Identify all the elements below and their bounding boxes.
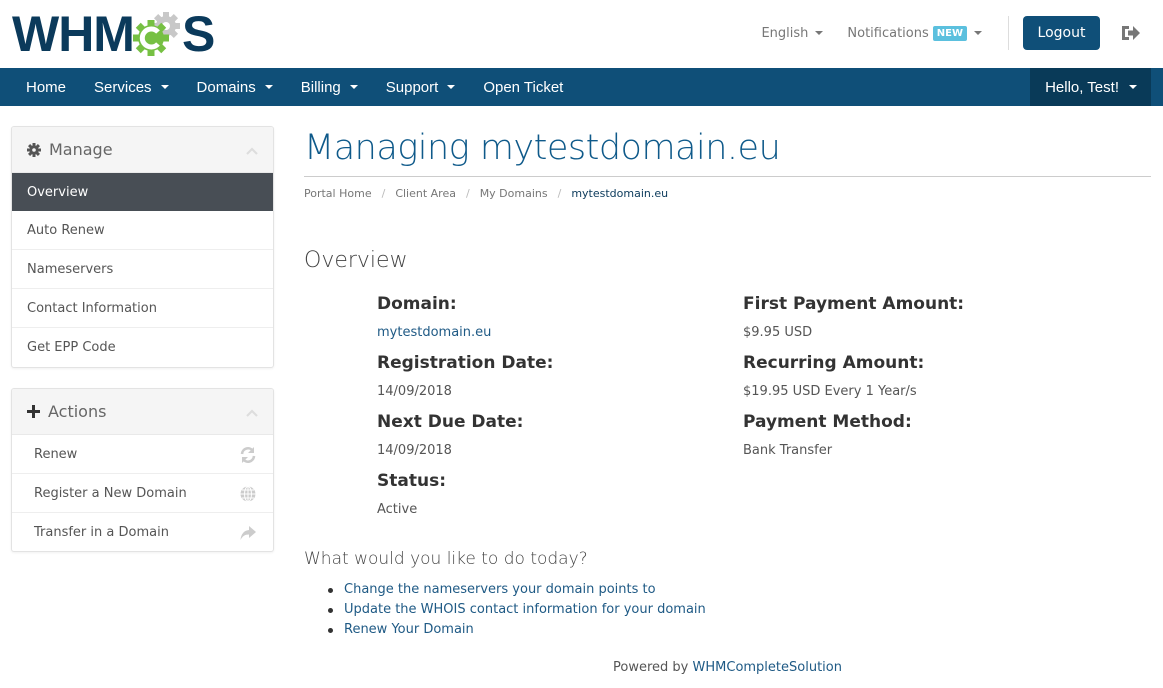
sidebar-item-register-new-domain[interactable]: Register a New Domain — [12, 474, 273, 513]
nav-domains-label: Domains — [196, 78, 256, 96]
breadcrumb: Portal Home / Client Area / My Domains /… — [304, 187, 668, 200]
plus-icon — [27, 405, 40, 418]
nav-domains[interactable]: Domains — [183, 68, 287, 106]
actions-panel: Actions Renew Register a New Domain Tran… — [11, 388, 274, 552]
caret-down-icon — [974, 31, 982, 35]
todo-change-nameservers-link[interactable]: Change the nameservers your domain point… — [325, 580, 706, 600]
sidebar-item-overview[interactable]: Overview — [12, 173, 273, 211]
status-value: Active — [377, 502, 418, 517]
breadcrumb-separator: / — [381, 187, 386, 200]
chevron-up-icon[interactable] — [246, 144, 258, 155]
globe-icon — [239, 485, 257, 503]
registration-date-label: Registration Date: — [377, 353, 554, 373]
manage-panel: Manage Overview Auto Renew Nameservers C… — [11, 126, 274, 368]
first-payment-amount-label: First Payment Amount: — [743, 294, 965, 314]
notifications-dropdown[interactable]: Notifications NEW — [847, 25, 982, 41]
caret-down-icon — [815, 31, 824, 35]
header-actions: English Notifications NEW Logout — [761, 16, 1163, 50]
manage-panel-header[interactable]: Manage — [12, 127, 273, 173]
next-due-date-value: 14/09/2018 — [377, 443, 452, 458]
caret-down-icon — [349, 85, 358, 89]
nav-services[interactable]: Services — [80, 68, 183, 106]
caret-down-icon — [1129, 85, 1137, 89]
logout-button[interactable]: Logout — [1023, 16, 1100, 50]
title-divider — [304, 176, 1151, 177]
overview-heading: Overview — [304, 248, 408, 273]
domain-label: Domain: — [377, 294, 457, 314]
nav-open-ticket[interactable]: Open Ticket — [469, 68, 577, 106]
breadcrumb-client-area[interactable]: Client Area — [395, 187, 456, 200]
breadcrumb-portal-home[interactable]: Portal Home — [304, 187, 372, 200]
recurring-amount-label: Recurring Amount: — [743, 353, 925, 373]
breadcrumb-current: mytestdomain.eu — [571, 187, 669, 200]
payment-method-value: Bank Transfer — [743, 443, 833, 458]
todo-list: Change the nameservers your domain point… — [325, 580, 706, 640]
user-greeting: Hello, Test! — [1045, 78, 1119, 96]
sidebar-item-get-epp-code[interactable]: Get EPP Code — [12, 328, 273, 367]
nav-home[interactable]: Home — [12, 68, 80, 106]
todo-update-whois-link[interactable]: Update the WHOIS contact information for… — [325, 600, 706, 620]
caret-down-icon — [160, 85, 169, 89]
first-payment-amount-value: $9.95 USD — [743, 325, 813, 340]
notifications-new-badge: NEW — [932, 25, 967, 41]
status-label: Status: — [377, 471, 446, 491]
renew-label: Renew — [34, 446, 78, 462]
refresh-icon — [239, 446, 257, 464]
language-label: English — [761, 25, 809, 41]
actions-panel-header[interactable]: Actions — [12, 389, 273, 435]
todo-renew-domain-link[interactable]: Renew Your Domain — [325, 620, 706, 640]
chevron-up-icon[interactable] — [246, 406, 258, 417]
sidebar-item-transfer-domain[interactable]: Transfer in a Domain — [12, 513, 273, 551]
breadcrumb-my-domains[interactable]: My Domains — [480, 187, 548, 200]
breadcrumb-separator: / — [465, 187, 470, 200]
next-due-date-label: Next Due Date: — [377, 412, 524, 432]
page-title: Managing mytestdomain.eu — [304, 128, 781, 168]
breadcrumb-separator: / — [557, 187, 562, 200]
nav-support[interactable]: Support — [372, 68, 470, 106]
logo-text: WHM — [12, 6, 135, 62]
header-divider — [1008, 16, 1009, 50]
actions-panel-title: Actions — [48, 402, 107, 421]
nav-open-ticket-label: Open Ticket — [483, 78, 564, 96]
notifications-label: Notifications — [847, 25, 929, 41]
footer-prefix: Powered by — [613, 660, 689, 675]
top-header: WHM S English Notifications NEW Logout — [0, 0, 1163, 68]
nav-billing-label: Billing — [300, 78, 341, 96]
domain-value-link[interactable]: mytestdomain.eu — [377, 325, 491, 340]
nav-services-label: Services — [94, 78, 152, 96]
sidebar-item-renew[interactable]: Renew — [12, 435, 273, 474]
registration-date-value: 14/09/2018 — [377, 384, 452, 399]
manage-panel-title: Manage — [49, 140, 113, 159]
sidebar-item-nameservers[interactable]: Nameservers — [12, 250, 273, 289]
share-arrow-icon — [239, 524, 257, 542]
user-account-dropdown[interactable]: Hello, Test! — [1030, 68, 1151, 106]
language-dropdown[interactable]: English — [761, 25, 824, 41]
caret-down-icon — [447, 85, 456, 89]
logo-text-s: S — [181, 6, 216, 62]
recurring-amount-value: $19.95 USD Every 1 Year/s — [743, 384, 917, 399]
sidebar-item-contact-information[interactable]: Contact Information — [12, 289, 273, 328]
register-domain-label: Register a New Domain — [34, 485, 187, 501]
todo-heading: What would you like to do today? — [304, 549, 588, 569]
transfer-domain-label: Transfer in a Domain — [34, 525, 169, 540]
nav-support-label: Support — [385, 78, 439, 96]
gear-icon — [27, 142, 41, 157]
main-navbar: Home Services Domains Billing Support Op… — [0, 68, 1163, 106]
sign-out-icon[interactable] — [1120, 23, 1142, 43]
whmcs-logo[interactable]: WHM S — [12, 8, 215, 60]
caret-down-icon — [264, 85, 273, 89]
payment-method-label: Payment Method: — [743, 412, 912, 432]
logo-gears-icon — [132, 9, 184, 59]
nav-home-label: Home — [26, 78, 67, 96]
footer-whmcs-link[interactable]: WHMCompleteSolution — [693, 660, 842, 675]
footer: Powered by WHMCompleteSolution — [0, 660, 1163, 675]
sidebar-item-auto-renew[interactable]: Auto Renew — [12, 211, 273, 250]
nav-billing[interactable]: Billing — [287, 68, 372, 106]
